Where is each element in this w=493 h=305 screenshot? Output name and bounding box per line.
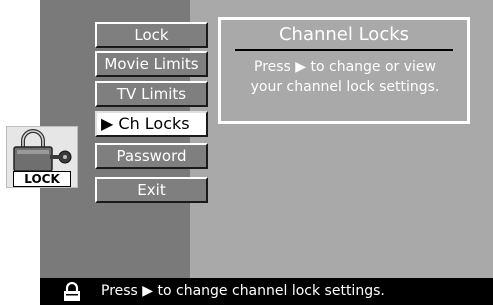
info-panel: Channel Locks Press ▶ to change or view …: [218, 17, 470, 124]
menu-item-exit[interactable]: Exit: [95, 177, 208, 203]
lock-badge-label: LOCK: [13, 171, 71, 187]
status-message: Press ▶ to change channel lock settings.: [101, 283, 385, 299]
panel-divider: [235, 49, 453, 51]
status-bar: Press ▶ to change channel lock settings.: [40, 278, 493, 305]
panel-description-line-2: your channel lock settings.: [250, 79, 440, 95]
menu-item-movie-limits[interactable]: Movie Limits: [95, 51, 208, 77]
menu-item-tv-limits[interactable]: TV Limits: [95, 81, 208, 107]
panel-description: Press ▶ to change or view your channel l…: [229, 57, 461, 97]
menu-item-ch-locks[interactable]: ▶ Ch Locks: [95, 111, 208, 137]
panel-description-line-1: Press ▶ to change or view: [254, 59, 436, 75]
menu-item-password[interactable]: Password: [95, 143, 208, 169]
padlock-icon: [64, 282, 80, 301]
padlock-with-key-icon: [13, 129, 72, 172]
parental-lock-screen: LOCK Lock Movie Limits TV Limits ▶ Ch Lo…: [0, 0, 493, 305]
lock-badge: LOCK: [6, 126, 78, 188]
panel-title: Channel Locks: [278, 24, 410, 45]
menu-item-lock[interactable]: Lock: [95, 22, 208, 48]
